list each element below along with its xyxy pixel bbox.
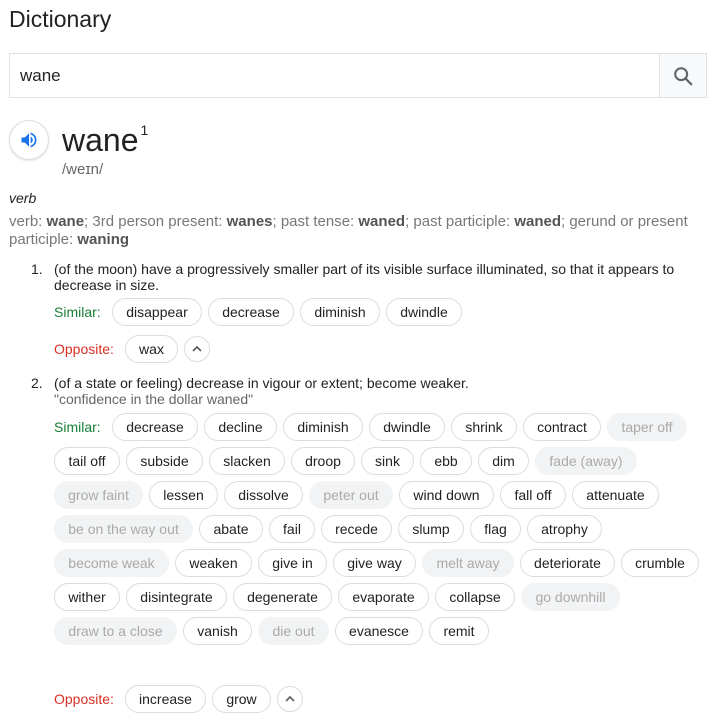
- synonym-chip[interactable]: fade (away): [535, 447, 637, 475]
- synonym-chip[interactable]: draw to a close: [54, 617, 177, 645]
- synonym-chip[interactable]: fail: [269, 515, 315, 543]
- synonym-chip[interactable]: decrease: [208, 298, 294, 326]
- similar-label: Similar:: [54, 419, 101, 435]
- synonym-chip[interactable]: tail off: [54, 447, 120, 475]
- synonym-chip[interactable]: diminish: [283, 413, 363, 441]
- synonym-chip[interactable]: decline: [204, 413, 277, 441]
- synonym-chip[interactable]: evaporate: [338, 583, 429, 611]
- synonym-chip[interactable]: recede: [321, 515, 392, 543]
- synonym-chip[interactable]: fall off: [500, 481, 566, 509]
- synonym-chip[interactable]: evanesce: [335, 617, 423, 645]
- synonym-chip[interactable]: give way: [333, 549, 416, 577]
- synonym-chip[interactable]: degenerate: [233, 583, 332, 611]
- synonym-chip[interactable]: weaken: [175, 549, 252, 577]
- synonym-chip[interactable]: contract: [523, 413, 601, 441]
- synonym-chip[interactable]: diminish: [300, 298, 380, 326]
- synonym-chip[interactable]: increase: [125, 685, 206, 713]
- search-icon: [674, 66, 693, 85]
- synonym-chip[interactable]: vanish: [183, 617, 252, 645]
- synonym-chip[interactable]: dissolve: [224, 481, 303, 509]
- synonym-chip[interactable]: disappear: [112, 298, 202, 326]
- search-input[interactable]: [10, 54, 659, 97]
- synonym-chip[interactable]: flag: [470, 515, 521, 543]
- synonym-chip[interactable]: atrophy: [527, 515, 602, 543]
- headword-text: wane: [62, 122, 139, 158]
- sense-definition: (of the moon) have a progressively small…: [54, 261, 675, 293]
- synonym-chip[interactable]: ebb: [420, 447, 472, 475]
- similar-label: Similar:: [54, 304, 101, 320]
- headword: wane 1: [62, 120, 148, 166]
- synonym-chip[interactable]: deteriorate: [520, 549, 615, 577]
- word-forms: verb: wane; 3rd person present: wanes; p…: [9, 213, 688, 248]
- collapse-chevron-icon[interactable]: [277, 686, 303, 712]
- synonym-chip[interactable]: abate: [199, 515, 263, 543]
- synonym-chip[interactable]: grow: [212, 685, 271, 713]
- synonym-chip[interactable]: peter out: [309, 481, 393, 509]
- search-bar: [9, 53, 707, 98]
- synonym-chip[interactable]: remit: [429, 617, 489, 645]
- pronunciation-button[interactable]: [9, 120, 49, 160]
- synonym-chip[interactable]: lessen: [149, 481, 218, 509]
- synonym-chip[interactable]: disintegrate: [126, 583, 227, 611]
- synonym-chip[interactable]: give in: [258, 549, 327, 577]
- synonym-chip[interactable]: dwindle: [386, 298, 462, 326]
- synonym-chip[interactable]: crumble: [621, 549, 699, 577]
- synonym-chip[interactable]: shrink: [451, 413, 517, 441]
- synonym-chip[interactable]: slacken: [209, 447, 285, 475]
- synonym-chip[interactable]: go downhill: [521, 583, 620, 611]
- synonym-chip[interactable]: become weak: [54, 549, 169, 577]
- synonym-chip[interactable]: die out: [258, 617, 329, 645]
- sense-example: "confidence in the dollar waned": [54, 391, 254, 407]
- synonym-chip[interactable]: droop: [291, 447, 355, 475]
- synonym-chip[interactable]: dim: [478, 447, 529, 475]
- synonym-chip[interactable]: sink: [361, 447, 414, 475]
- speaker-icon: [21, 132, 37, 148]
- page-title: Dictionary: [9, 6, 112, 32]
- synonym-chip[interactable]: taper off: [607, 413, 687, 441]
- opposite-label: Opposite:: [54, 341, 114, 357]
- sense-number: 1.: [31, 261, 43, 277]
- synonym-chip[interactable]: decrease: [112, 413, 198, 441]
- synonym-chip[interactable]: attenuate: [572, 481, 659, 509]
- homograph-number: 1: [140, 122, 149, 138]
- opposite-label: Opposite:: [54, 691, 114, 707]
- synonym-chip[interactable]: melt away: [422, 549, 514, 577]
- synonym-chip[interactable]: wind down: [399, 481, 494, 509]
- synonym-chip[interactable]: subside: [126, 447, 203, 475]
- phonetic: /weɪn/: [62, 161, 104, 178]
- sense-definition: (of a state or feeling) decrease in vigo…: [54, 375, 469, 391]
- collapse-chevron-icon[interactable]: [184, 336, 210, 362]
- synonym-chip[interactable]: slump: [398, 515, 464, 543]
- synonym-chip[interactable]: wither: [54, 583, 120, 611]
- synonym-chip[interactable]: be on the way out: [54, 515, 193, 543]
- synonym-chip[interactable]: wax: [125, 335, 178, 363]
- search-button[interactable]: [659, 54, 706, 97]
- sense-number: 2.: [31, 375, 43, 391]
- synonym-chip[interactable]: dwindle: [369, 413, 445, 441]
- part-of-speech: verb: [9, 190, 37, 206]
- synonym-chip[interactable]: grow faint: [54, 481, 143, 509]
- synonym-chip[interactable]: collapse: [435, 583, 515, 611]
